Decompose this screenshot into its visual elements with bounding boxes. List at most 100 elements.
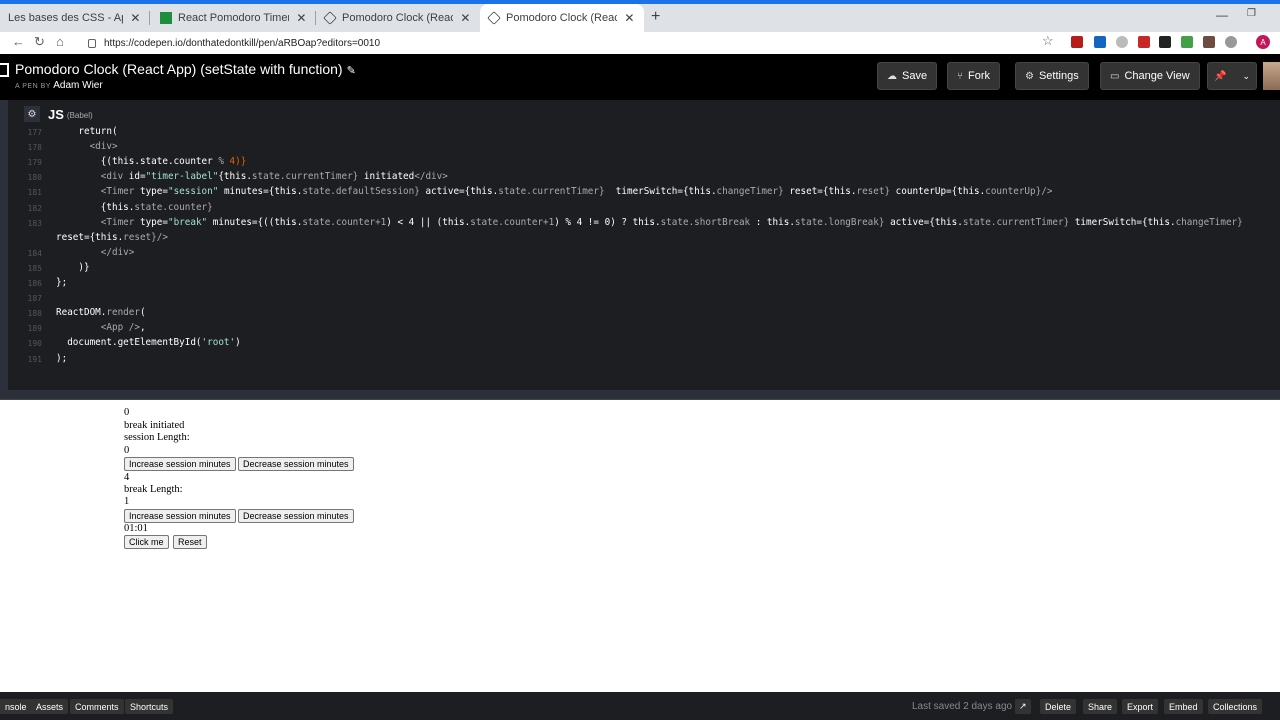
gear-icon: ⚙ [1025, 70, 1034, 82]
pdf-extension-icon[interactable] [1071, 36, 1083, 48]
sheets-icon [160, 12, 172, 24]
maximize-button[interactable]: ❐ [1247, 8, 1256, 19]
fork-button[interactable]: ⑂ Fork [947, 62, 1000, 90]
pen-author: A PEN BY Adam Wier [15, 80, 103, 91]
line-number: 177 [27, 128, 42, 137]
reload-icon[interactable]: ↻ [34, 34, 45, 50]
browser-tab-active[interactable]: Pomodoro Clock (React App) (set ✕ [480, 4, 644, 32]
export-button[interactable]: Export [1122, 699, 1159, 714]
line-number: 180 [27, 173, 42, 183]
home-icon[interactable]: ⌂ [56, 34, 64, 49]
line-number: 190 [27, 339, 42, 349]
shield-extension-icon[interactable] [1138, 36, 1150, 48]
code-text: {(this.state.counter % 4)} [56, 156, 247, 168]
code-text: <App />, [56, 322, 146, 334]
line-number: 187 [27, 294, 42, 304]
counter-text: 4 [124, 472, 130, 483]
console-button[interactable]: nsole [0, 699, 32, 714]
embed-button[interactable]: Embed [1164, 699, 1203, 714]
fork-icon: ⑂ [957, 70, 963, 82]
settings-label: Settings [1038, 70, 1079, 82]
save-label: Save [902, 70, 928, 82]
back-icon[interactable]: ← [12, 34, 25, 49]
editor-language: JS [48, 106, 64, 122]
code-text: reset={this.reset}/> [56, 231, 168, 243]
pin-menu-button[interactable]: 📌 ⌄ [1207, 62, 1257, 90]
line-number: 181 [27, 188, 42, 198]
profile-avatar[interactable]: A [1256, 35, 1270, 49]
tab-title: Pomodoro Clock (React App) (set [342, 12, 453, 24]
decrease-session-button[interactable]: Decrease session minutes [238, 457, 354, 471]
browser-tab[interactable]: React Pomodoro Timer Feedback ✕ [152, 4, 316, 32]
code-text: <Timer type="break" minutes={((this.stat… [56, 216, 1243, 228]
comments-button[interactable]: Comments [70, 699, 124, 714]
check-extension-icon[interactable] [1181, 36, 1193, 48]
close-icon[interactable]: ✕ [459, 11, 472, 25]
save-button[interactable]: ☁ Save [877, 62, 938, 90]
close-icon[interactable]: ✕ [129, 11, 142, 25]
browser-tab[interactable]: Pomodoro Clock (React App) (set ✕ [316, 4, 480, 32]
timer-display: 01:01 [124, 523, 148, 534]
collections-button[interactable]: Collections [1208, 699, 1263, 714]
code-text: ); [56, 352, 68, 364]
shortcuts-button[interactable]: Shortcuts [125, 699, 174, 714]
by-label: A PEN BY [15, 83, 51, 90]
code-text: }; [56, 277, 68, 288]
codepen-logo-icon [0, 63, 9, 77]
star-icon[interactable]: ☆ [1042, 33, 1054, 49]
reset-button[interactable]: Reset [173, 535, 207, 549]
decrease-break-button[interactable]: Decrease session minutes [238, 509, 354, 523]
delete-button[interactable]: Delete [1040, 699, 1077, 714]
close-icon[interactable]: ✕ [295, 11, 308, 25]
extension-icon[interactable] [1094, 36, 1106, 48]
minimize-button[interactable]: — [1216, 8, 1228, 22]
tab-title: Pomodoro Clock (React App) (set [506, 12, 617, 24]
editor-settings-gear-icon[interactable]: ⚙ [24, 106, 40, 122]
code-text: </div> [56, 246, 135, 258]
click-me-button[interactable]: Click me [124, 535, 169, 549]
code-text: )} [56, 261, 90, 273]
code-text: return( [56, 126, 118, 137]
lock-icon [88, 38, 96, 48]
new-tab-button[interactable]: + [651, 8, 660, 26]
pen-title[interactable]: Pomodoro Clock (React App) (setState wit… [15, 61, 356, 77]
pen-title-text: Pomodoro Clock (React App) (setState wit… [15, 61, 343, 77]
editor-preprocessor: (Babel) [66, 111, 93, 120]
author-name[interactable]: Adam Wier [53, 80, 102, 91]
line-number: 185 [27, 263, 42, 273]
code-text: <Timer type="session" minutes={this.stat… [56, 186, 1053, 198]
address-bar[interactable]: https://codepen.io/donthatedontkill/pen/… [78, 33, 1058, 53]
extension-icon[interactable] [1225, 36, 1237, 48]
line-number: 179 [27, 158, 42, 168]
tab-title: Les bases des CSS - Apprendre le [8, 12, 123, 24]
close-icon[interactable]: ✕ [623, 11, 636, 25]
assets-button[interactable]: Assets [31, 699, 69, 714]
external-link-icon[interactable]: ↗ [1015, 699, 1031, 714]
line-number: 191 [27, 354, 42, 364]
avatar[interactable] [1263, 62, 1280, 90]
line-number: 183 [27, 218, 42, 228]
pencil-icon[interactable]: ✎ [347, 65, 356, 77]
increase-break-button[interactable]: Increase session minutes [124, 509, 236, 523]
cloud-icon: ☁ [887, 70, 897, 82]
grid-extension-icon[interactable] [1159, 36, 1171, 48]
last-saved-text: Last saved 2 days ago [912, 701, 1013, 712]
extension-icon[interactable] [1203, 36, 1215, 48]
session-length-label: session Length: [124, 432, 190, 443]
change-view-button[interactable]: ▭ Change View [1100, 62, 1200, 90]
extension-icon[interactable] [1116, 36, 1128, 48]
browser-tab[interactable]: Les bases des CSS - Apprendre le ✕ [0, 4, 150, 32]
url-text: https://codepen.io/donthatedontkill/pen/… [104, 37, 381, 49]
code-text: <div id="timer-label"{this.state.current… [56, 171, 448, 183]
break-length-value: 1 [124, 496, 130, 507]
share-button[interactable]: Share [1083, 699, 1118, 714]
settings-button[interactable]: ⚙ Settings [1015, 62, 1089, 90]
line-number: 188 [27, 309, 42, 319]
editor-resize-divider[interactable] [0, 390, 1280, 400]
line-number: 182 [27, 203, 42, 213]
line-number: 184 [27, 248, 42, 258]
code-text: document.getElementById('root') [56, 337, 241, 349]
editor-collapsed-strip[interactable] [0, 100, 8, 390]
counter-text: 0 [124, 407, 130, 418]
increase-session-button[interactable]: Increase session minutes [124, 457, 236, 471]
